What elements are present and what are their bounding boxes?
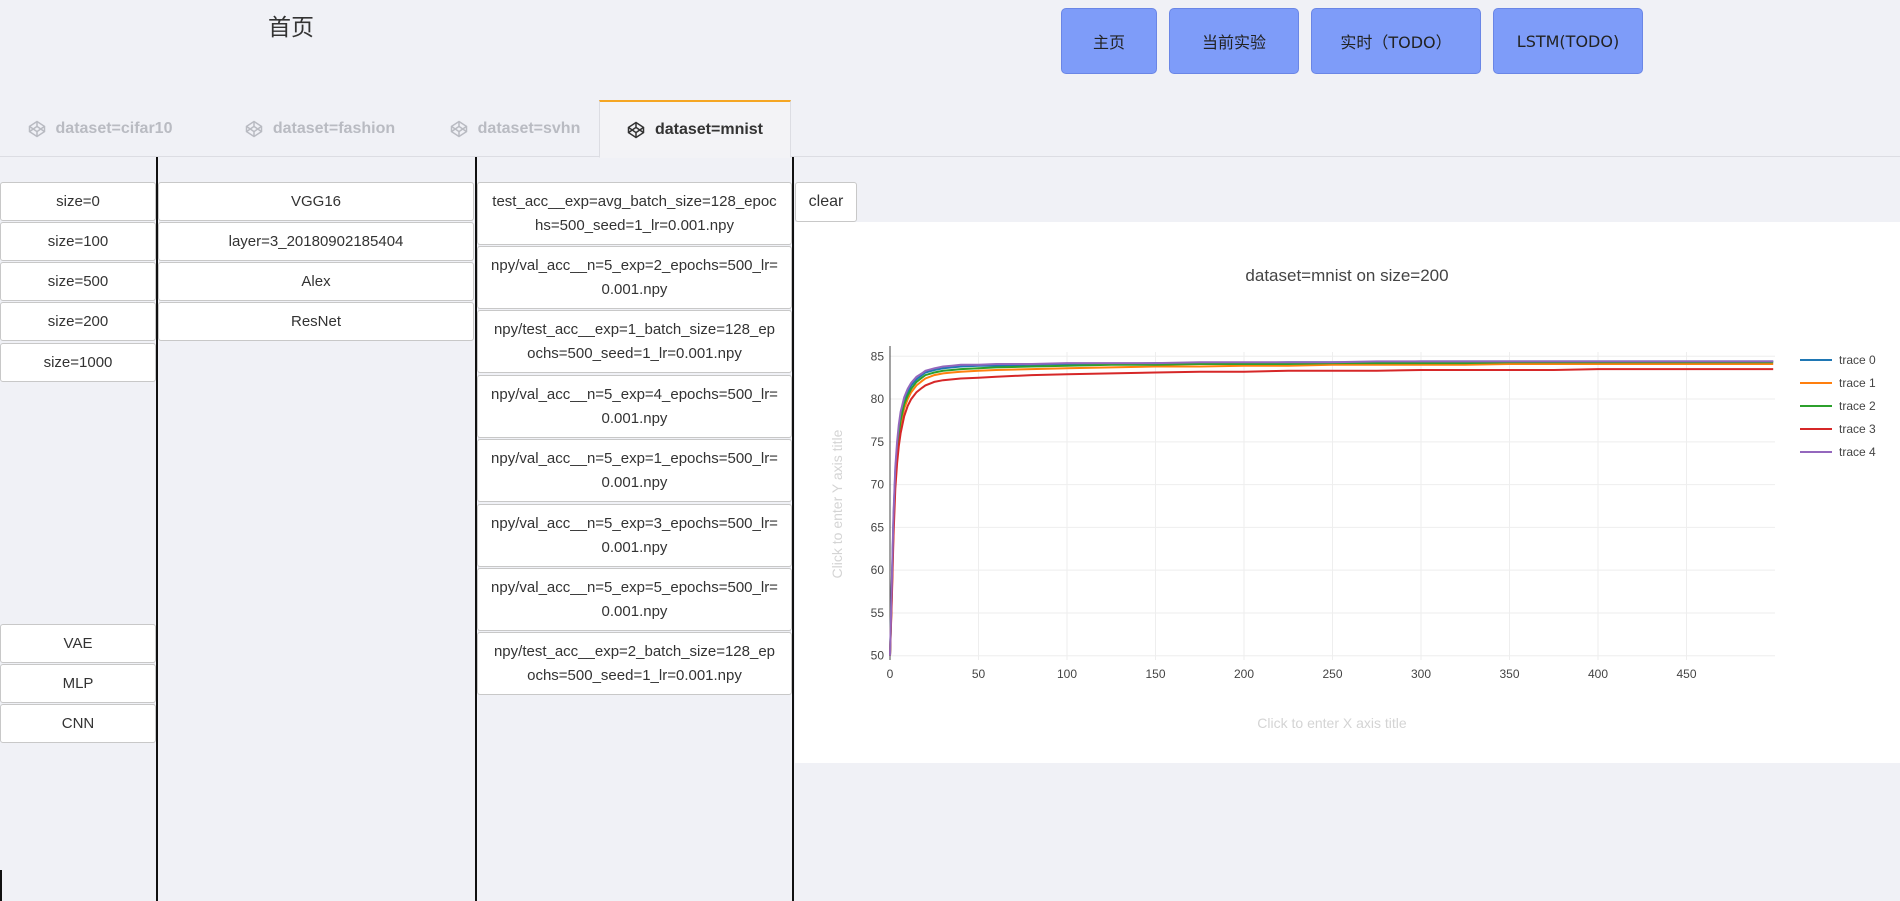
- x-tick-label: 250: [1322, 667, 1342, 681]
- model-option[interactable]: VGG16: [158, 182, 474, 221]
- series-line-4: [889, 360, 1774, 656]
- nav-home-button[interactable]: 主页: [1061, 8, 1157, 74]
- legend-label: trace 1: [1839, 376, 1876, 390]
- series-line-1: [889, 363, 1774, 656]
- tab-label: dataset=cifar10: [55, 119, 173, 137]
- codepen-icon: [450, 120, 467, 137]
- model-option[interactable]: ResNet: [158, 302, 474, 341]
- legend-label: trace 2: [1839, 399, 1876, 413]
- tab-dataset-fashion[interactable]: dataset=fashion: [220, 100, 420, 157]
- y-tick-label: 75: [871, 435, 885, 449]
- y-tick-label: 80: [871, 392, 885, 406]
- nav-realtime-button[interactable]: 实时（TODO）: [1311, 8, 1481, 74]
- tab-dataset-svhn[interactable]: dataset=svhn: [425, 100, 605, 157]
- codepen-icon: [28, 120, 45, 137]
- tab-label: dataset=svhn: [477, 119, 581, 137]
- codepen-icon: [245, 120, 263, 137]
- y-tick-label: 85: [871, 349, 885, 363]
- file-option[interactable]: npy/val_acc__n=5_exp=2_epochs=500_lr=0.0…: [477, 246, 792, 309]
- tab-label: dataset=mnist: [654, 120, 764, 138]
- size-option[interactable]: size=500: [0, 262, 156, 301]
- size-option[interactable]: size=1000: [0, 343, 156, 382]
- tab-dataset-mnist[interactable]: dataset=mnist: [599, 100, 791, 158]
- x-tick-label: 0: [887, 667, 894, 681]
- x-tick-label: 350: [1499, 667, 1519, 681]
- file-option[interactable]: npy/val_acc__n=5_exp=5_epochs=500_lr=0.0…: [477, 568, 792, 631]
- line-chart: 50556065707580850 50 100 150 200 250 300 350 400…: [829, 266, 1876, 731]
- series-line-0: [889, 360, 1774, 656]
- legend-label: trace 4: [1839, 445, 1876, 459]
- page-title: 首页: [268, 15, 314, 41]
- x-tick-label: 100: [1057, 667, 1077, 681]
- legend-label: trace 3: [1839, 422, 1876, 436]
- file-option[interactable]: npy/val_acc__n=5_exp=1_epochs=500_lr=0.0…: [477, 439, 792, 502]
- x-tick-label: 50: [972, 667, 986, 681]
- column-divider: [0, 870, 2, 901]
- y-tick-label: 70: [871, 478, 885, 492]
- file-option[interactable]: npy/val_acc__n=5_exp=3_epochs=500_lr=0.0…: [477, 504, 792, 567]
- y-tick-label: 50: [871, 649, 885, 663]
- clear-button[interactable]: clear: [795, 182, 857, 222]
- y-tick-label: 55: [871, 606, 885, 620]
- size-option[interactable]: size=200: [0, 302, 156, 341]
- nav-current-experiment-button[interactable]: 当前实验: [1169, 8, 1299, 74]
- chart-title: dataset=mnist on size=200: [1245, 266, 1448, 285]
- x-tick-label: 450: [1676, 667, 1696, 681]
- x-tick-label: 400: [1588, 667, 1608, 681]
- series-line-2: [889, 361, 1774, 656]
- x-tick-label: 200: [1234, 667, 1254, 681]
- model-type-option[interactable]: VAE: [0, 624, 156, 663]
- y-axis-title: Click to enter Y axis title: [829, 429, 845, 578]
- file-option[interactable]: npy/val_acc__n=5_exp=4_epochs=500_lr=0.0…: [477, 375, 792, 438]
- model-type-option[interactable]: CNN: [0, 704, 156, 743]
- y-tick-label: 65: [871, 520, 885, 534]
- tab-dataset-cifar10[interactable]: dataset=cifar10: [0, 100, 200, 157]
- file-option[interactable]: npy/test_acc__exp=1_batch_size=128_epoch…: [477, 310, 792, 373]
- codepen-icon: [627, 121, 645, 138]
- y-tick-label: 60: [871, 563, 885, 577]
- x-tick-label: 300: [1411, 667, 1431, 681]
- x-tick-label: 150: [1145, 667, 1165, 681]
- file-option[interactable]: npy/test_acc__exp=2_batch_size=128_epoch…: [477, 632, 792, 695]
- plot-panel: 50 55 60 65 70 75 80 85 0 50 100 150 200 250 300 350 400…: [795, 222, 1900, 763]
- model-type-option[interactable]: MLP: [0, 664, 156, 703]
- tab-label: dataset=fashion: [272, 119, 396, 137]
- size-option[interactable]: size=100: [0, 222, 156, 261]
- nav-lstm-button[interactable]: LSTM(TODO): [1493, 8, 1643, 74]
- column-divider: [792, 157, 794, 901]
- dataset-tab-bar: dataset=cifar10 dataset=fashion dataset=…: [0, 100, 1900, 158]
- legend-label: trace 0: [1839, 353, 1876, 367]
- size-option[interactable]: size=0: [0, 182, 156, 221]
- file-option[interactable]: test_acc__exp=avg_batch_size=128_epochs=…: [477, 182, 792, 245]
- model-option[interactable]: Alex: [158, 262, 474, 301]
- model-option[interactable]: layer=3_20180902185404: [158, 222, 474, 261]
- x-axis-title: Click to enter X axis title: [1257, 715, 1407, 731]
